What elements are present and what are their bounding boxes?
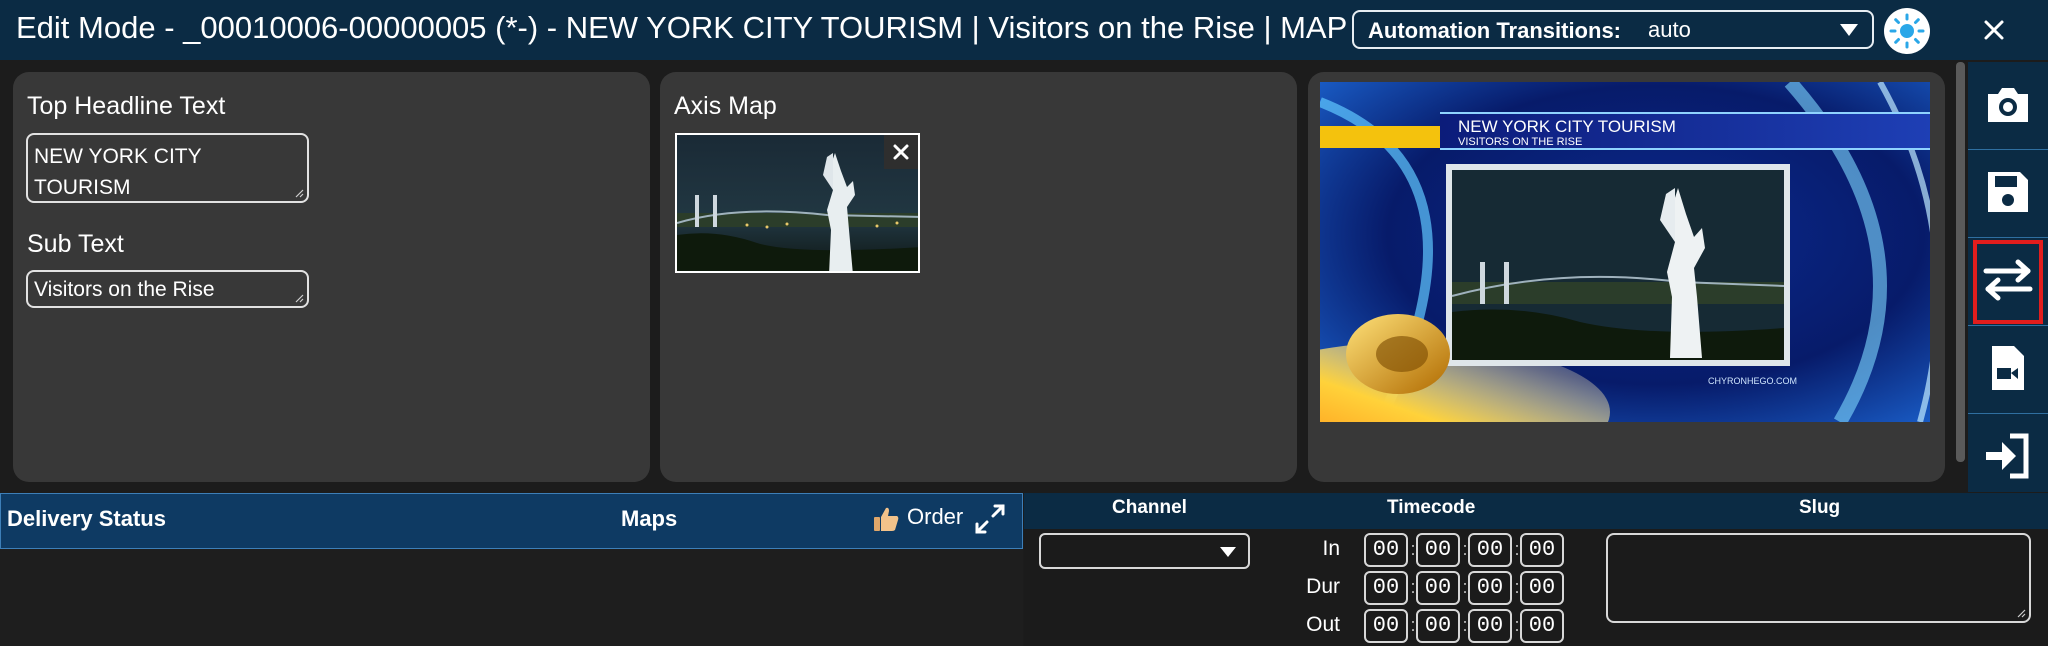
slug-label: Slug: [1799, 497, 1841, 518]
swap-button[interactable]: [1968, 238, 2048, 326]
timecode-out-label: Out: [1306, 613, 1340, 636]
tc-in-minutes[interactable]: 00: [1416, 533, 1460, 567]
subtext-text: Visitors on the Rise: [34, 278, 215, 301]
window-title: Edit Mode - _00010006-00000005 (*-) - NE…: [16, 10, 1398, 45]
thumbs-up-icon: [874, 507, 899, 531]
subtext-label: Sub Text: [27, 230, 124, 258]
swap-arrows-icon: [1983, 259, 2033, 301]
headline-label: Top Headline Text: [27, 92, 226, 120]
meta-header: Channel Timecode Slug: [1024, 493, 2048, 529]
save-icon: [1988, 172, 2028, 212]
tc-dur-hours[interactable]: 00: [1364, 571, 1408, 605]
column-maps[interactable]: Maps: [621, 506, 677, 532]
save-button[interactable]: [1968, 150, 2048, 238]
snapshot-button[interactable]: [1968, 62, 2048, 150]
headline-textarea[interactable]: NEW YORK CITY TOURISM: [26, 133, 309, 203]
automation-transitions-value: auto: [1648, 17, 1691, 42]
column-delivery-status[interactable]: Delivery Status: [7, 506, 166, 532]
timecode-label: Timecode: [1387, 497, 1476, 518]
timecode-dur-label: Dur: [1306, 575, 1340, 598]
expand-icon[interactable]: [973, 502, 1007, 536]
text-fields-panel: Top Headline Text NEW YORK CITY TOURISM …: [13, 72, 650, 482]
slug-textarea[interactable]: [1606, 533, 2031, 623]
axis-map-label: Axis Map: [674, 92, 777, 120]
rail-scrollbar[interactable]: [1956, 62, 1965, 462]
tc-dur-seconds[interactable]: 00: [1468, 571, 1512, 605]
preview-subline: VISITORS ON THE RISE: [1458, 136, 1582, 148]
subtext-textarea[interactable]: Visitors on the Rise: [26, 270, 309, 308]
camera-icon: [1988, 88, 2028, 122]
channel-select[interactable]: [1039, 533, 1250, 569]
preview-headline: NEW YORK CITY TOURISM: [1458, 117, 1676, 136]
maps-grid-header: Delivery Status Maps Order: [0, 493, 1023, 549]
automation-transitions-label: Automation Transitions:: [1368, 18, 1621, 43]
tc-out-frames[interactable]: 00: [1520, 609, 1564, 643]
tool-rail: [1968, 62, 2048, 492]
graphic-preview: NEW YORK CITY TOURISM VISITORS ON THE RI…: [1320, 82, 1930, 422]
tc-out-hours[interactable]: 00: [1364, 609, 1408, 643]
tc-out-minutes[interactable]: 00: [1416, 609, 1460, 643]
title-bar: Edit Mode - _00010006-00000005 (*-) - NE…: [0, 0, 2048, 60]
tc-out-seconds[interactable]: 00: [1468, 609, 1512, 643]
tc-dur-frames[interactable]: 00: [1520, 571, 1564, 605]
close-icon: [893, 144, 909, 160]
resize-grip-icon[interactable]: [294, 293, 304, 303]
tc-dur-minutes[interactable]: 00: [1416, 571, 1460, 605]
close-icon: [1984, 20, 2004, 40]
resize-grip-icon[interactable]: [2016, 608, 2026, 618]
sign-in-icon: [1986, 433, 2029, 479]
playout-meta-panel: Channel Timecode Slug In 00 : 00 : 00 : …: [1024, 493, 2048, 646]
video-file-icon: [1992, 346, 2024, 390]
tc-in-seconds[interactable]: 00: [1468, 533, 1512, 567]
maps-grid-body: [0, 549, 1023, 646]
tc-in-frames[interactable]: 00: [1520, 533, 1564, 567]
automation-transitions-select[interactable]: Automation Transitions: auto: [1352, 10, 1874, 49]
theme-toggle-button[interactable]: [1884, 8, 1930, 54]
sun-icon: [1889, 13, 1925, 49]
tc-in-hours[interactable]: 00: [1364, 533, 1408, 567]
axis-map-panel: Axis Map: [660, 72, 1297, 482]
preview-watermark: CHYRONHEGO.COM: [1708, 376, 1797, 386]
chevron-down-icon: [1220, 547, 1236, 557]
timecode-in-label: In: [1322, 537, 1340, 560]
preview-panel: NEW YORK CITY TOURISM VISITORS ON THE RI…: [1308, 72, 1945, 482]
resize-grip-icon[interactable]: [294, 188, 304, 198]
channel-label: Channel: [1112, 497, 1187, 518]
sign-in-button[interactable]: [1968, 414, 2048, 502]
order-button[interactable]: Order: [907, 504, 963, 530]
remove-map-button[interactable]: [884, 135, 918, 169]
video-file-button[interactable]: [1968, 326, 2048, 414]
axis-map-thumbnail[interactable]: [675, 133, 920, 273]
headline-text: NEW YORK CITY TOURISM: [34, 145, 202, 199]
broadcast-graphic-image: NEW YORK CITY TOURISM VISITORS ON THE RI…: [1320, 82, 1930, 422]
chevron-down-icon: [1840, 24, 1858, 36]
close-window-button[interactable]: [1974, 10, 2014, 50]
